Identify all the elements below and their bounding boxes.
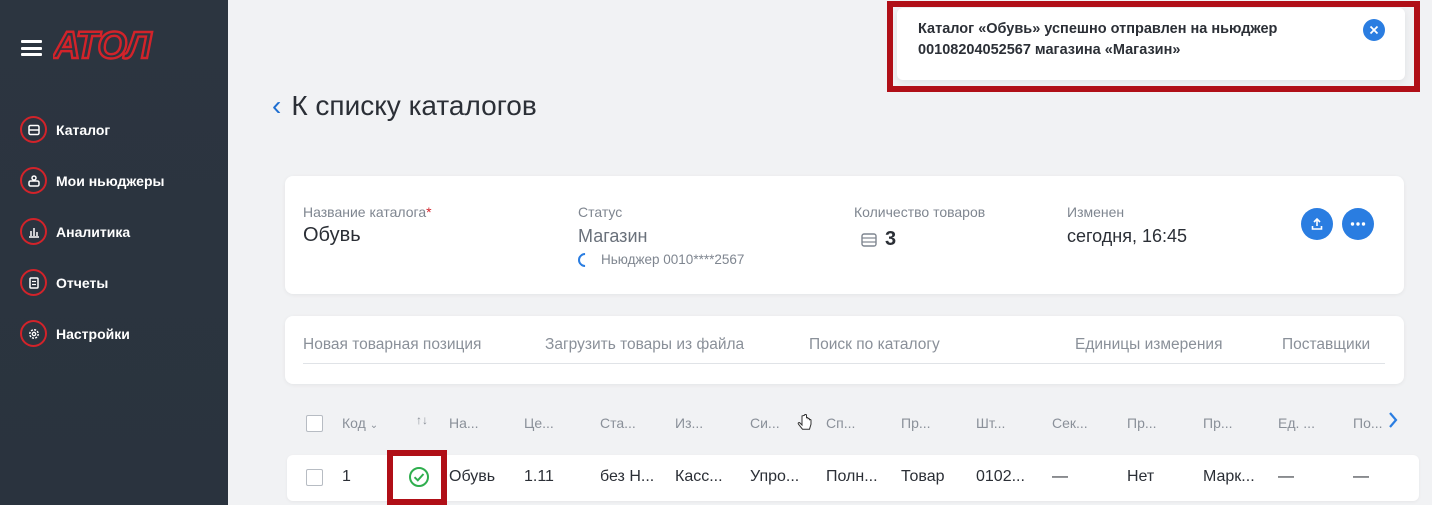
sidebar-item-label: Мои ньюджеры [56, 172, 165, 189]
catalog-actions-bar: Новая товарная позиция Загрузить товары … [285, 316, 1404, 384]
count-row: 3 [861, 228, 896, 251]
status-label: Статус [578, 204, 623, 220]
upload-from-file-button[interactable]: Загрузить товары из файла [545, 336, 744, 354]
analytics-icon [20, 218, 47, 245]
sidebar-item-reports[interactable]: Отчеты [20, 257, 164, 308]
suppliers-button[interactable]: Поставщики [1282, 336, 1370, 354]
units-button[interactable]: Единицы измерения [1075, 336, 1222, 354]
sidebar-item-label: Отчеты [56, 274, 109, 291]
highlight-frame-status [387, 450, 447, 505]
catalog-icon [861, 232, 877, 247]
cell-supplier: — [1353, 468, 1369, 485]
devices-icon [20, 167, 47, 194]
sort-icon[interactable]: ↑↓ [416, 413, 428, 427]
atol-logo[interactable]: АТОЛ [53, 26, 179, 64]
more-button[interactable] [1342, 208, 1374, 240]
search-catalog-button[interactable]: Поиск по каталогу [809, 336, 940, 354]
column-header[interactable]: По... [1353, 415, 1383, 431]
modified-value: сегодня, 16:45 [1067, 226, 1188, 246]
column-header[interactable]: Ед. ... [1278, 415, 1315, 431]
row-checkbox[interactable] [306, 469, 323, 486]
column-header[interactable]: Пр... [901, 415, 931, 431]
table-header: Код ⌄ ↑↓ На... Це... Ста... Из... Си... … [0, 408, 1432, 438]
column-header[interactable]: Си... [750, 415, 780, 431]
cell-barcode: 0102... [976, 468, 1025, 485]
cell-name: Обувь [449, 468, 496, 485]
sidebar-item-label: Каталог [56, 121, 111, 138]
sidebar-item-analytics[interactable]: Аналитика [20, 206, 164, 257]
column-header[interactable]: Пр... [1203, 415, 1233, 431]
actions-divider [303, 363, 1385, 364]
loading-spinner-icon [575, 249, 595, 270]
cell-code: 1 [342, 468, 351, 485]
catalog-name-label: Название каталога* [303, 204, 432, 220]
count-value: 3 [885, 228, 897, 250]
column-header[interactable]: Пр... [1127, 415, 1157, 431]
status-device-text: Ньюджер 0010****2567 [601, 252, 745, 267]
count-label: Количество товаров [854, 204, 986, 220]
settings-icon [20, 320, 47, 347]
sidebar-item-label: Аналитика [56, 223, 131, 240]
cell-price: 1.11 [524, 468, 554, 485]
cell-payment-method: Полн... [826, 468, 878, 485]
catalog-name-label-text: Название каталога [303, 204, 427, 220]
back-to-catalogs-link[interactable]: ‹ К списку каталогов [272, 90, 537, 122]
upload-button[interactable] [1301, 208, 1333, 240]
catalog-icon [20, 116, 47, 143]
table-row[interactable]: 1 Обувь 1.11 без Н... Касс... Упро... По… [287, 455, 1419, 501]
highlight-frame-toast [887, 1, 1420, 92]
chevron-left-icon: ‹ [272, 90, 282, 121]
new-item-button[interactable]: Новая товарная позиция [303, 336, 481, 354]
column-header[interactable]: Шт... [976, 415, 1005, 431]
chevron-right-icon[interactable] [1386, 410, 1400, 430]
chevron-down-icon: ⌄ [369, 420, 379, 431]
more-icon [1350, 222, 1366, 226]
column-header[interactable]: Сп... [826, 415, 855, 431]
select-all-checkbox[interactable] [306, 415, 323, 432]
menu-icon[interactable] [21, 40, 42, 56]
modified-label: Изменен [1067, 204, 1125, 220]
page-title: К списку каталогов [291, 90, 537, 121]
sidebar-item-devices[interactable]: Мои ньюджеры [20, 155, 164, 206]
column-header[interactable]: Сек... [1052, 415, 1088, 431]
column-header-code[interactable]: Код ⌄ [342, 415, 378, 431]
cell-flag: Нет [1127, 468, 1155, 485]
cell-attribute: Марк... [1203, 468, 1255, 485]
catalog-info-card: Название каталога* Обувь Статус Магазин … [285, 176, 1404, 294]
upload-icon [1311, 217, 1323, 230]
cell-tax-system: Упро... [750, 468, 800, 485]
status-device: Ньюджер 0010****2567 [575, 249, 745, 270]
sidebar-item-label: Настройки [56, 325, 130, 342]
column-header[interactable]: Це... [524, 415, 554, 431]
cell-section: — [1052, 468, 1068, 485]
reports-icon [20, 269, 47, 296]
cursor-hand-icon [797, 414, 812, 430]
cell-subject: Товар [901, 468, 945, 485]
sidebar-nav: Каталог Мои ньюджеры Аналитика Отчеты На… [20, 104, 164, 359]
sidebar-item-catalog[interactable]: Каталог [20, 104, 164, 155]
svg-text:АТОЛ: АТОЛ [53, 26, 152, 64]
cell-unit: — [1278, 468, 1294, 485]
column-header[interactable]: Ста... [600, 415, 636, 431]
cell-source: Касс... [675, 468, 723, 485]
sidebar-item-settings[interactable]: Настройки [20, 308, 164, 359]
column-header[interactable]: На... [449, 415, 479, 431]
cell-vat: без Н... [600, 468, 655, 485]
catalog-name-value: Обувь [303, 224, 361, 246]
status-value: Магазин [578, 226, 648, 246]
column-header-label: Код [342, 415, 366, 431]
required-mark: * [426, 204, 432, 220]
column-header[interactable]: Из... [675, 415, 703, 431]
